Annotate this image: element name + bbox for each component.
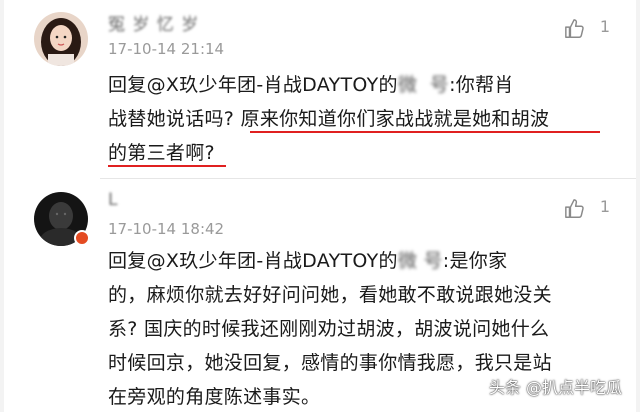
like-count: 1 [599, 17, 610, 36]
timestamp: 17-10-14 21:14 [108, 40, 225, 58]
watermark: 头条 @扒点半吃瓜 [487, 374, 622, 398]
watermark-text: 头条 @扒点半吃瓜 [488, 378, 622, 397]
timestamp: 17-10-14 18:42 [108, 220, 225, 238]
highlighted-text: 的第三者啊? [108, 142, 215, 164]
avatar[interactable] [34, 12, 88, 66]
screenshot-frame: 冤 岁 忆 岁 17-10-14 21:14 1 回复@X玖少年团-肖战DAYT… [0, 0, 640, 412]
comment-text: :是你家 [442, 250, 508, 272]
reply-prefix[interactable]: 回复@X玖少年团-肖战DAYTOY的 [108, 74, 398, 96]
thumbs-up-icon[interactable] [564, 18, 586, 40]
comment-list: 冤 岁 忆 岁 17-10-14 21:14 1 回复@X玖少年团-肖战DAYT… [4, 0, 636, 412]
verified-badge [74, 230, 90, 246]
comment-body: 回复@X玖少年团-肖战DAYTOY的微 ‍ 号:你帮肖 战替她说话吗? 原来你知… [108, 68, 612, 170]
reply-prefix[interactable]: 回复@X玖少年团-肖战DAYTOY的 [108, 250, 398, 272]
comment-line: 回复@X玖少年团-肖战DAYTOY的微 号:是你家 [108, 244, 612, 278]
comment-line: 系? 国庆的时候我还刚刚劝过胡波，胡波说问她什么 [108, 318, 550, 340]
divider [100, 178, 636, 179]
comment-text: :你帮肖 [449, 74, 514, 96]
comment-text: 战替她说话吗? [108, 108, 241, 130]
comment-line: 回复@X玖少年团-肖战DAYTOY的微 ‍ 号:你帮肖 [108, 68, 612, 102]
blurred-name: 微 ‍ 号 [397, 74, 450, 96]
avatar-photo-icon [34, 12, 88, 66]
username[interactable]: L [108, 190, 118, 210]
like-count: 1 [599, 197, 610, 216]
thumbs-up-icon[interactable] [564, 198, 586, 220]
highlighted-text: 原来你知道你们家战战就是她和胡波 [240, 108, 550, 130]
red-underline [108, 165, 226, 167]
comment-item: 冤 岁 忆 岁 17-10-14 21:14 1 回复@X玖少年团-肖战DAYT… [4, 0, 636, 178]
blurred-name: 微 号 [397, 250, 443, 272]
red-underline [250, 131, 600, 133]
username[interactable]: 冤 岁 忆 岁 [108, 10, 199, 35]
comment-line: 的，麻烦你就去好好问问她，看她敢不敢说跟她没关 [108, 284, 552, 306]
